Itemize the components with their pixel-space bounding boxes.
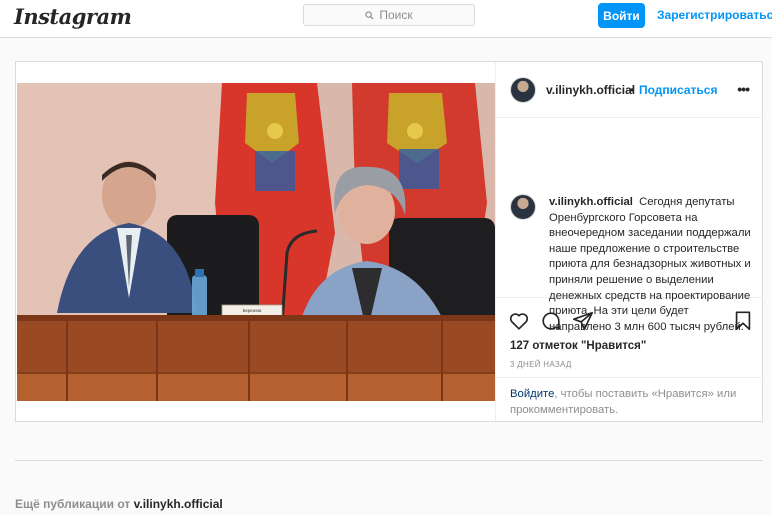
caption-author-avatar[interactable] bbox=[510, 194, 536, 220]
search-placeholder: Поиск bbox=[379, 8, 413, 22]
post-header: v.ilinykh.official • Подписаться ••• bbox=[496, 62, 763, 118]
instagram-logo[interactable]: Instagram bbox=[14, 4, 132, 29]
header-separator: • bbox=[630, 83, 635, 97]
caption-author-username[interactable]: v.ilinykh.official bbox=[549, 196, 633, 208]
login-hint: Войдите, чтобы поставить «Нравится» или … bbox=[496, 377, 764, 421]
login-link[interactable]: Войдите bbox=[510, 388, 554, 400]
more-posts-prefix: Ещё публикации от bbox=[15, 497, 131, 511]
top-navigation-bar: Instagram Поиск Войти Зарегистрироваться bbox=[0, 0, 772, 38]
comment-icon[interactable] bbox=[540, 310, 562, 332]
share-icon[interactable] bbox=[572, 310, 594, 332]
author-username[interactable]: v.ilinykh.official bbox=[546, 83, 635, 97]
post-caption: v.ilinykh.official Сегодня депутаты Орен… bbox=[496, 118, 763, 333]
heart-icon[interactable] bbox=[508, 310, 530, 332]
search-icon bbox=[365, 10, 374, 20]
post-timestamp[interactable]: 3 ДНЕЙ НАЗАД bbox=[510, 360, 572, 369]
follow-button[interactable]: Подписаться bbox=[639, 83, 717, 97]
post-sidebar: v.ilinykh.official • Подписаться ••• v.i… bbox=[495, 62, 764, 421]
more-posts-author-link[interactable]: v.ilinykh.official bbox=[134, 497, 223, 511]
login-button[interactable]: Войти bbox=[598, 3, 645, 28]
section-divider bbox=[15, 460, 763, 461]
post-photo[interactable]: Березина Ольга Петровна bbox=[17, 83, 495, 401]
post-actions bbox=[496, 310, 764, 334]
signup-link[interactable]: Зарегистрироваться bbox=[657, 8, 772, 22]
post-card: Березина Ольга Петровна v.ilinykh.offici… bbox=[15, 61, 764, 422]
likes-count[interactable]: 127 отметок "Нравится" bbox=[510, 340, 646, 352]
nameplate-text: Березина bbox=[243, 308, 262, 313]
author-avatar[interactable] bbox=[510, 77, 536, 103]
more-options-icon[interactable]: ••• bbox=[737, 81, 750, 97]
post-photo-image: Березина Ольга Петровна bbox=[17, 83, 495, 401]
bookmark-icon[interactable] bbox=[732, 310, 754, 332]
search-input[interactable]: Поиск bbox=[303, 4, 475, 26]
more-posts-heading: Ещё публикации от v.ilinykh.official bbox=[15, 497, 223, 511]
